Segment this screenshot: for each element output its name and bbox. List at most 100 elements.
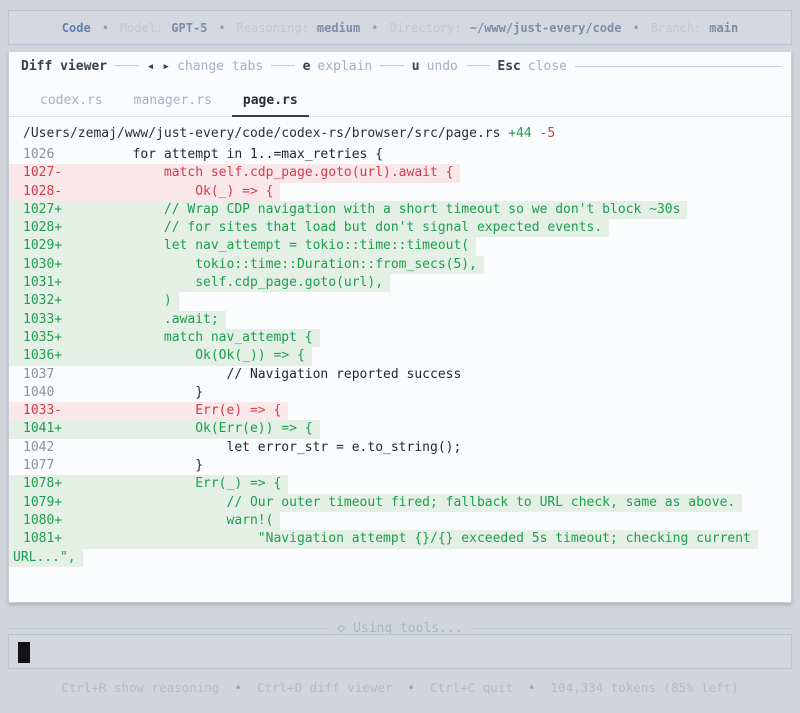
diff-line: 1028- Ok(_) => {	[9, 182, 791, 201]
diff-line-highlight: 1036+ Ok(Ok(_)) => {	[9, 347, 312, 366]
diff-line-highlight: 1033+ .await;	[9, 310, 226, 329]
line-number: 1030+	[23, 256, 63, 272]
diff-line: 1040 }	[9, 384, 791, 402]
diff-line: 1031+ self.cdp_page.goto(url),	[9, 274, 791, 293]
separator-dot-icon: •	[218, 20, 226, 35]
line-number: 1032+	[23, 293, 63, 309]
diff-line-highlight: 1035+ match nav_attempt {	[9, 328, 320, 348]
tab-page-rs[interactable]: page.rs	[231, 87, 309, 117]
diff-line: 1033+ .await;	[9, 310, 791, 329]
line-code: Err(_) => {	[62, 476, 282, 492]
line-number: 1081+	[23, 531, 63, 547]
line-code: Err(e) => {	[62, 403, 282, 419]
dash-separator: ───	[380, 59, 404, 74]
diff-line: 1079+ // Our outer timeout fired; fallba…	[9, 493, 791, 512]
line-number: 1033+	[23, 311, 63, 327]
diff-line-highlight: 1040 }	[9, 384, 210, 402]
tab-bar: codex.rs manager.rs page.rs	[9, 81, 791, 117]
topbar-label: Model:	[119, 20, 164, 35]
topbar-label: Directory:	[389, 20, 462, 35]
topbar-value: medium	[316, 20, 361, 35]
line-code: match self.cdp_page.goto(url).await {	[62, 165, 454, 181]
diff-line-highlight: 1027- match self.cdp_page.goto(url).awai…	[9, 164, 461, 183]
tab-codex-rs[interactable]: codex.rs	[29, 87, 114, 117]
command-input[interactable]	[8, 634, 792, 669]
line-number: 1035+	[23, 329, 63, 345]
panel-title: Diff viewer ─── ◂ ▸ change tabs ─── e explain ─…	[9, 52, 791, 79]
diff-line-highlight: 1026 for attempt in 1..=max_retries {	[9, 146, 390, 164]
diff-line-highlight: 1028- Ok(_) => {	[9, 182, 281, 201]
dash-separator: ───	[271, 59, 295, 74]
line-number: 1027-	[23, 165, 63, 181]
line-number: 1080+	[23, 512, 63, 528]
line-code: )	[62, 293, 172, 309]
diff-line-highlight: 1032+ )	[9, 292, 179, 311]
divider-line-right	[471, 627, 793, 629]
line-number: 1036+	[23, 348, 63, 364]
diff-line: 1029+ let nav_attempt = tokio::time::tim…	[9, 237, 791, 256]
diff-line: URL...",	[9, 548, 791, 567]
title-rule-line	[575, 66, 781, 67]
topbar-value: GPT-5	[171, 20, 208, 35]
line-code: // for sites that load but don't signal …	[62, 220, 603, 236]
line-number: 1026	[23, 147, 63, 162]
line-number: 1029+	[23, 238, 63, 254]
diff-line-highlight: 1037 // Navigation reported success	[9, 366, 468, 384]
diff-line: 1027+ // Wrap CDP navigation with a shor…	[9, 200, 791, 220]
diff-line: 1030+ tokio::time::Duration::from_secs(5…	[9, 255, 791, 275]
diff-line-highlight: 1079+ // Our outer timeout fired; fallba…	[9, 493, 743, 512]
diff-line-highlight: 1030+ tokio::time::Duration::from_secs(5…	[9, 255, 484, 275]
diff-line-highlight: 1080+ warn!(	[9, 511, 281, 531]
separator-dot-icon: •	[371, 20, 379, 35]
line-code: warn!(	[62, 512, 274, 528]
line-number: 1077	[23, 458, 63, 474]
diff-line: 1028+ // for sites that load but don't s…	[9, 219, 791, 238]
hint-label: undo	[426, 59, 458, 74]
hint-key: e	[302, 59, 311, 74]
deletions-count: -5	[539, 126, 556, 141]
top-status-bar: Code • Model: GPT-5 • Reasoning: medium • Direct…	[8, 10, 792, 45]
hint-key: u	[411, 59, 420, 74]
hint-label: close	[527, 59, 567, 74]
line-code: match nav_attempt {	[62, 329, 313, 345]
line-code: .await;	[62, 311, 219, 327]
line-number: 1079+	[23, 494, 63, 510]
dash-separator: ───	[465, 59, 490, 74]
hint-key: Esc	[497, 59, 521, 74]
line-code: self.cdp_page.goto(url),	[62, 275, 384, 291]
diff-line: 1035+ match nav_attempt {	[9, 328, 791, 348]
diff-line-highlight: 1033- Err(e) => {	[9, 402, 289, 421]
line-code: for attempt in 1..=max_retries {	[62, 147, 384, 162]
topbar-label: Reasoning:	[236, 20, 309, 35]
hint-key: ◂ ▸	[146, 59, 171, 74]
file-path: /Users/zemaj/www/just-every/code/codex-r…	[23, 126, 501, 141]
separator-dot-icon: •	[101, 20, 109, 35]
hint-label: explain	[317, 59, 373, 74]
diff-line: 1078+ Err(_) => {	[9, 475, 791, 494]
line-code: // Our outer timeout fired; fallback to …	[62, 494, 736, 510]
diff-line: 1042 let error_str = e.to_string();	[9, 439, 791, 457]
line-code: // Navigation reported success	[62, 366, 462, 382]
line-number: 1031+	[23, 275, 63, 291]
diff-content[interactable]: 1026 for attempt in 1..=max_retries {102…	[9, 146, 791, 567]
line-code-wrapped: URL...",	[13, 549, 76, 565]
diff-line: 1077 }	[9, 457, 791, 475]
diff-line: 1041+ Ok(Err(e)) => {	[9, 420, 791, 439]
topbar-items: Code • Model: GPT-5 • Reasoning: medium • Direct…	[62, 21, 738, 35]
line-number: 1037	[23, 366, 63, 382]
line-code: // Wrap CDP navigation with a short time…	[62, 201, 681, 217]
diff-line-highlight: 1029+ let nav_attempt = tokio::time::tim…	[9, 237, 477, 256]
separator-dot-icon: •	[512, 680, 551, 695]
diff-line: 1037 // Navigation reported success	[9, 366, 791, 384]
topbar-value: ~/www/just-every/code	[469, 20, 622, 35]
diff-line: 1080+ warn!(	[9, 511, 791, 531]
diff-line-highlight: 1031+ self.cdp_page.goto(url),	[9, 274, 391, 293]
line-number: 1042	[23, 439, 63, 455]
file-path-line: /Users/zemaj/www/just-every/code/codex-r…	[9, 117, 791, 146]
text-cursor	[18, 642, 30, 663]
app-name: Code	[61, 20, 91, 35]
footer-hint: 104,334 tokens (85% left)	[550, 680, 739, 695]
separator-dot-icon: •	[219, 680, 257, 695]
tab-manager-rs[interactable]: manager.rs	[123, 87, 223, 117]
line-code: let nav_attempt = tokio::time::timeout(	[62, 238, 470, 254]
